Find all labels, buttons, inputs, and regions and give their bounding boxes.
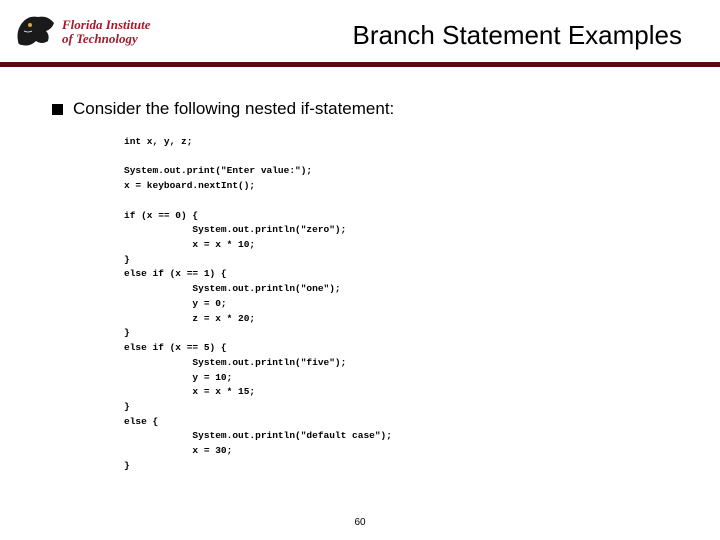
logo: Florida Institute of Technology [14, 8, 164, 54]
square-bullet-icon [52, 104, 63, 115]
content-area: Consider the following nested if-stateme… [0, 67, 720, 474]
bullet-text: Consider the following nested if-stateme… [73, 99, 394, 119]
page-title: Branch Statement Examples [164, 8, 706, 51]
panther-icon [14, 11, 58, 51]
page-number: 60 [0, 517, 720, 528]
logo-line1: Florida Institute [62, 18, 151, 31]
logo-text: Florida Institute of Technology [62, 18, 151, 45]
logo-line2: of Technology [62, 32, 151, 45]
header: Florida Institute of Technology Branch S… [0, 0, 720, 62]
code-block: int x, y, z; System.out.print("Enter val… [124, 135, 680, 474]
bullet-item: Consider the following nested if-stateme… [52, 99, 680, 119]
